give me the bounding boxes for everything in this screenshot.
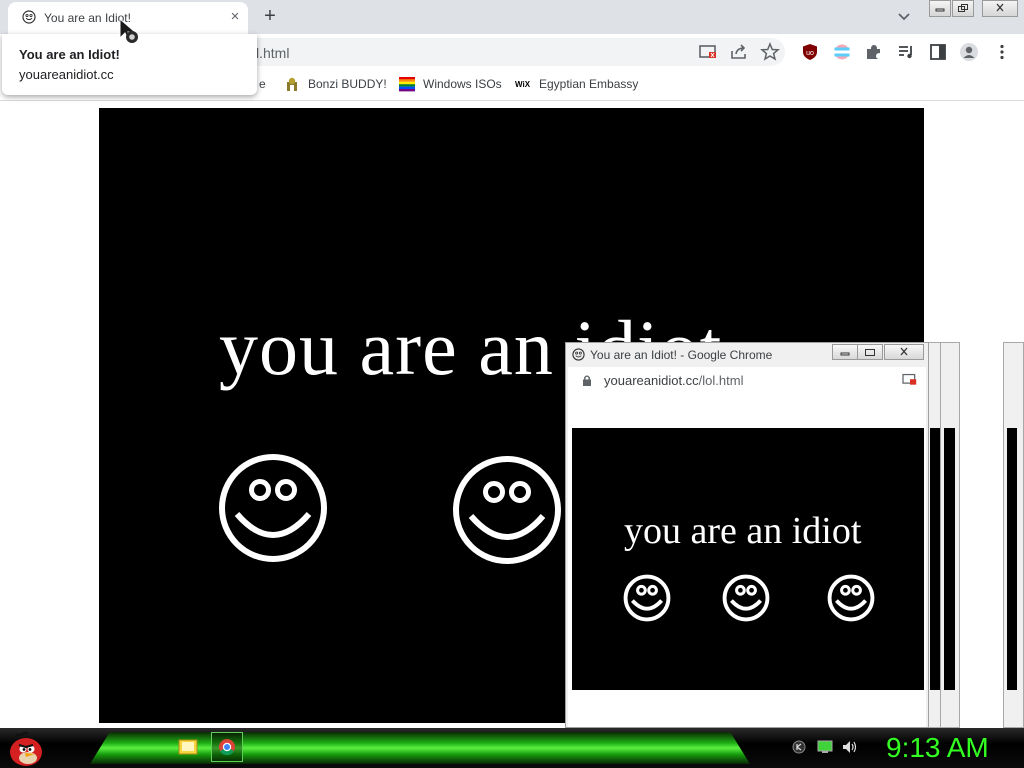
angry-bird-start-icon[interactable] <box>4 729 48 767</box>
stacked-popup-content <box>944 428 955 690</box>
restore-icon <box>865 349 875 356</box>
cast-icon[interactable] <box>698 42 718 62</box>
stacked-popup-content <box>1007 428 1017 690</box>
star-icon[interactable] <box>760 42 780 62</box>
bookmark-egyptian-embassy[interactable]: WiX Egyptian Embassy <box>515 76 638 94</box>
chrome-taskbar-button[interactable] <box>211 732 243 762</box>
popup-close-button[interactable] <box>884 344 924 360</box>
restore-icon <box>958 4 968 12</box>
lock-icon <box>583 375 591 386</box>
idiot-popup-window[interactable]: You are an Idiot! - Google Chrome youare… <box>565 342 929 728</box>
wix-icon: WiX <box>515 80 531 89</box>
mouse-cursor-icon <box>119 18 138 43</box>
network-icon[interactable] <box>817 740 833 754</box>
ublock-icon[interactable]: uo <box>800 42 820 62</box>
close-icon <box>900 347 908 356</box>
tab-strip: You are an Idiot! × + <box>0 0 1024 34</box>
smiley-face-icon <box>722 574 770 622</box>
bookmark-bonzi-buddy[interactable]: Bonzi BUDDY! <box>284 76 387 94</box>
minimize-icon <box>935 8 945 12</box>
new-tab-button[interactable]: + <box>258 6 282 28</box>
tab-title: You are an Idiot! <box>44 11 131 25</box>
popup-url: youareanidiot.cc/lol.html <box>604 373 743 388</box>
popup-title: You are an Idiot! - Google Chrome <box>590 348 773 362</box>
share-icon[interactable] <box>729 42 749 62</box>
side-panel-icon[interactable] <box>928 42 948 62</box>
hover-card-title: You are an Idiot! <box>19 47 120 62</box>
svg-text:WiX: WiX <box>515 80 531 89</box>
address-text: l.html <box>256 45 290 61</box>
restore-button[interactable] <box>952 0 974 17</box>
tab-close-button[interactable]: × <box>226 8 244 26</box>
smiley-favicon-icon <box>22 10 36 24</box>
smiley-face-icon <box>453 456 561 564</box>
popup-idiot-message: you are an idiot <box>624 510 862 552</box>
chrome-icon <box>219 739 235 756</box>
minimize-button[interactable] <box>929 0 951 17</box>
popup-url-domain: youareanidiot.cc <box>604 373 699 388</box>
bonzi-icon <box>287 77 297 91</box>
smiley-face-icon <box>827 574 875 622</box>
close-icon <box>996 3 1004 12</box>
close-window-button[interactable] <box>982 0 1018 17</box>
taskbar: 9:13 AM <box>0 728 1024 768</box>
popup-minimize-button[interactable] <box>832 344 858 360</box>
file-explorer-icon[interactable] <box>172 732 204 762</box>
popup-url-path: /lol.html <box>698 373 744 388</box>
tab-search-chevron-icon[interactable] <box>894 8 914 26</box>
bookmark-windows-isos[interactable]: Windows ISOs <box>399 76 502 94</box>
profile-icon[interactable] <box>959 42 979 62</box>
svg-text:uo: uo <box>806 50 814 57</box>
smiley-face-icon <box>623 574 671 622</box>
windows-flag-icon <box>399 77 415 92</box>
keyboard-icon[interactable] <box>792 740 806 754</box>
menu-icon[interactable] <box>992 42 1012 62</box>
puzzle-icon[interactable] <box>864 42 884 62</box>
cast-icon[interactable] <box>902 373 918 387</box>
popup-titlebar[interactable]: You are an Idiot! - Google Chrome <box>566 343 928 367</box>
minimize-icon <box>840 352 850 356</box>
media-icon[interactable] <box>896 42 916 62</box>
volume-icon[interactable] <box>842 740 858 754</box>
popup-address-bar[interactable]: youareanidiot.cc/lol.html <box>568 367 926 395</box>
smiley-face-icon <box>219 454 327 562</box>
popup-content-area: you are an idiot <box>572 428 924 690</box>
popup-restore-button[interactable] <box>857 344 883 360</box>
taskbar-clock[interactable]: 9:13 AM <box>886 732 989 764</box>
smiley-favicon-icon <box>572 348 585 361</box>
extension-flag-icon[interactable] <box>832 42 852 62</box>
bookmark-partial[interactable]: e <box>259 76 266 94</box>
hover-card-domain: youareanidiot.cc <box>19 67 114 82</box>
